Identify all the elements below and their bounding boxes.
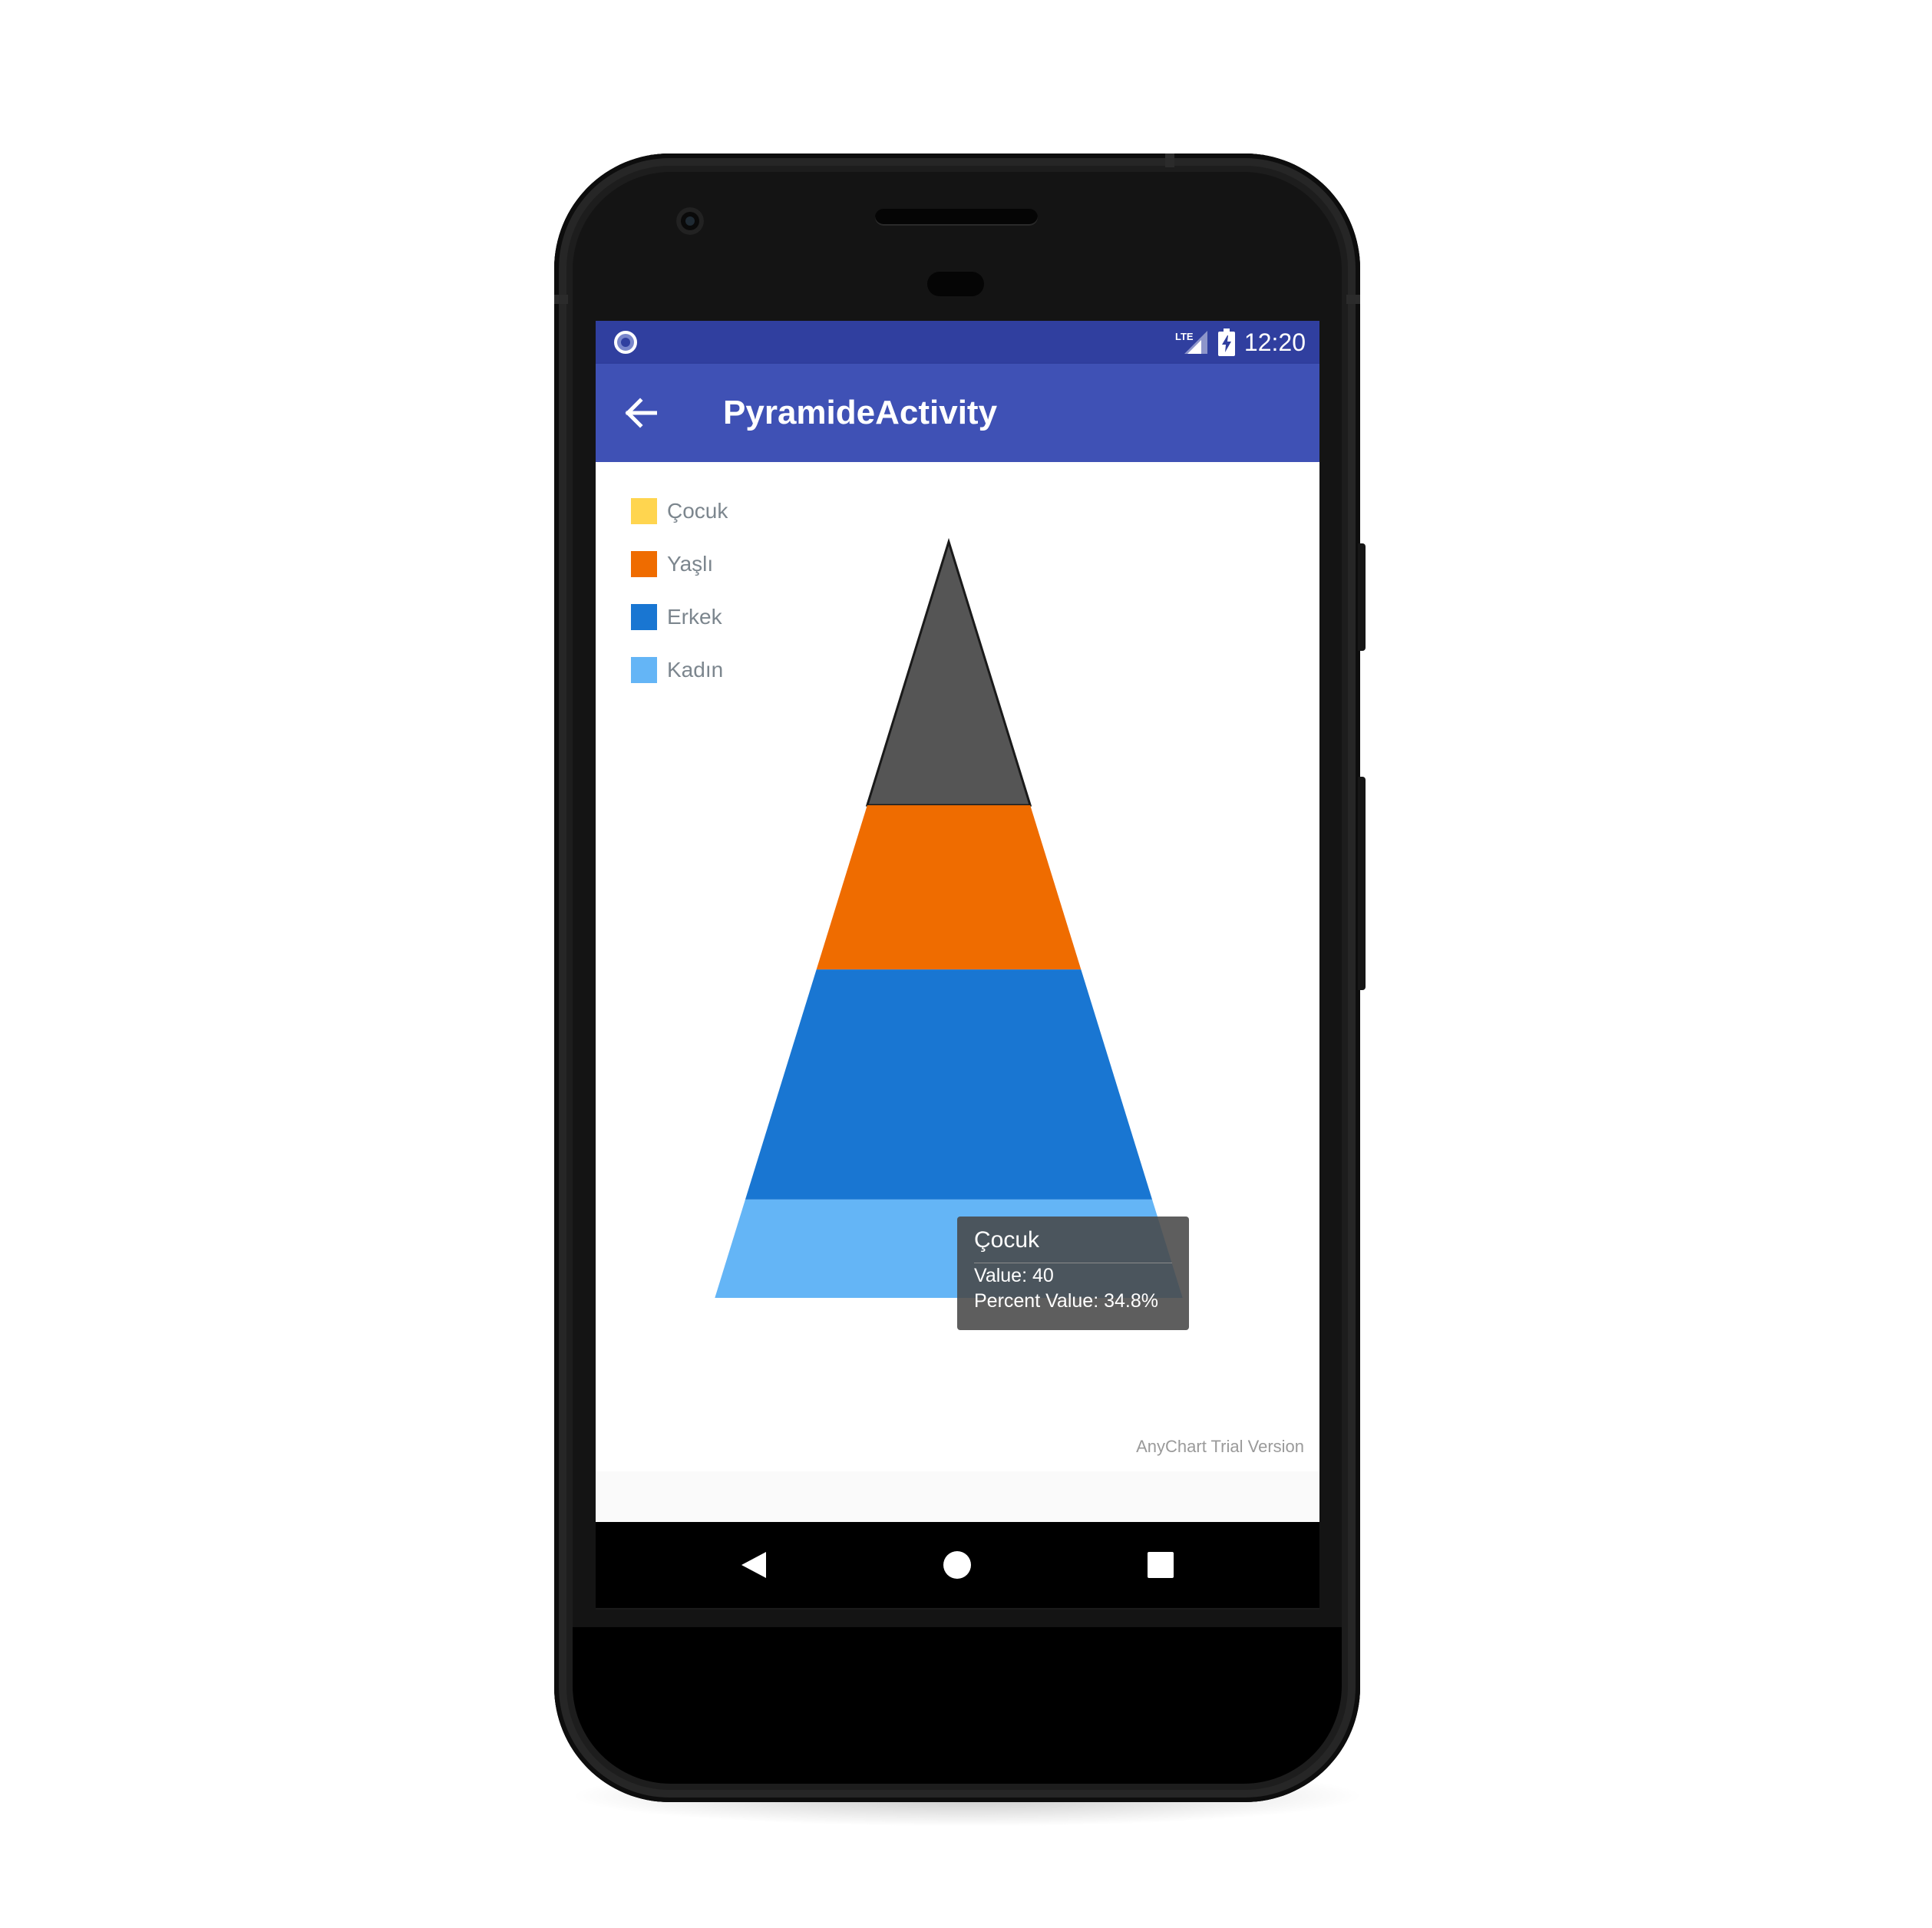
legend-swatch bbox=[631, 551, 657, 577]
battery-charging-icon bbox=[1217, 328, 1235, 356]
chart-tooltip: Çocuk Value: 40 Percent Value: 34.8% bbox=[957, 1217, 1189, 1330]
pyramid-segment-2[interactable] bbox=[816, 805, 1082, 970]
volume-button[interactable] bbox=[1358, 777, 1366, 990]
back-triangle-icon[interactable] bbox=[740, 1550, 768, 1580]
recents-square-icon[interactable] bbox=[1147, 1551, 1174, 1579]
legend-label: Çocuk bbox=[667, 499, 728, 523]
proximity-sensor bbox=[927, 272, 984, 296]
chart-legend: Çocuk Yaşlı Erkek Kadın bbox=[631, 494, 728, 706]
network-type-label: LTE bbox=[1175, 331, 1194, 342]
tooltip-value: Value: 40 bbox=[974, 1265, 1054, 1286]
pyramid-segment-1[interactable] bbox=[865, 537, 1032, 807]
status-time: 12:20 bbox=[1243, 328, 1306, 356]
legend-item[interactable]: Çocuk bbox=[631, 494, 728, 547]
legend-swatch bbox=[631, 498, 657, 524]
phone-chin bbox=[573, 1627, 1342, 1784]
phone-antenna-line bbox=[554, 295, 568, 304]
power-button[interactable] bbox=[1358, 543, 1366, 651]
page-title: PyramideActivity bbox=[723, 394, 998, 431]
notification-circle-icon bbox=[614, 331, 637, 354]
chart-watermark: AnyChart Trial Version bbox=[1136, 1437, 1304, 1456]
status-bar: LTE 12:20 bbox=[596, 321, 1319, 364]
legend-item[interactable]: Yaşlı bbox=[631, 547, 728, 600]
app-bar: PyramideActivity bbox=[596, 364, 1319, 462]
phone-antenna-line bbox=[1346, 295, 1360, 304]
legend-label: Erkek bbox=[667, 605, 722, 629]
legend-label: Kadın bbox=[667, 658, 724, 682]
arrow-left-icon[interactable] bbox=[623, 398, 657, 428]
phone-antenna-line bbox=[1165, 154, 1174, 167]
navigation-bar bbox=[596, 1522, 1319, 1608]
device-screen: LTE 12:20 PyramideActivity Çocuk Yaşlı Erk… bbox=[596, 321, 1319, 1522]
legend-item[interactable]: Erkek bbox=[631, 600, 728, 653]
lte-signal-icon: LTE bbox=[1175, 331, 1207, 354]
home-circle-icon[interactable] bbox=[943, 1550, 972, 1580]
tooltip-percent: Percent Value: 34.8% bbox=[974, 1290, 1158, 1312]
earpiece-speaker bbox=[875, 209, 1038, 226]
tooltip-title: Çocuk bbox=[974, 1224, 1172, 1263]
nav-divider bbox=[596, 1608, 1319, 1609]
legend-label: Yaşlı bbox=[667, 552, 714, 576]
legend-swatch bbox=[631, 657, 657, 683]
front-camera bbox=[676, 207, 704, 235]
legend-swatch bbox=[631, 604, 657, 630]
legend-item[interactable]: Kadın bbox=[631, 653, 728, 706]
status-icons: LTE 12:20 bbox=[1175, 321, 1306, 364]
pyramid-chart: Çocuk Yaşlı Erkek Kadın Çocuk Value: 40 Per… bbox=[596, 462, 1319, 1471]
pyramid-segment-3[interactable] bbox=[745, 969, 1153, 1200]
